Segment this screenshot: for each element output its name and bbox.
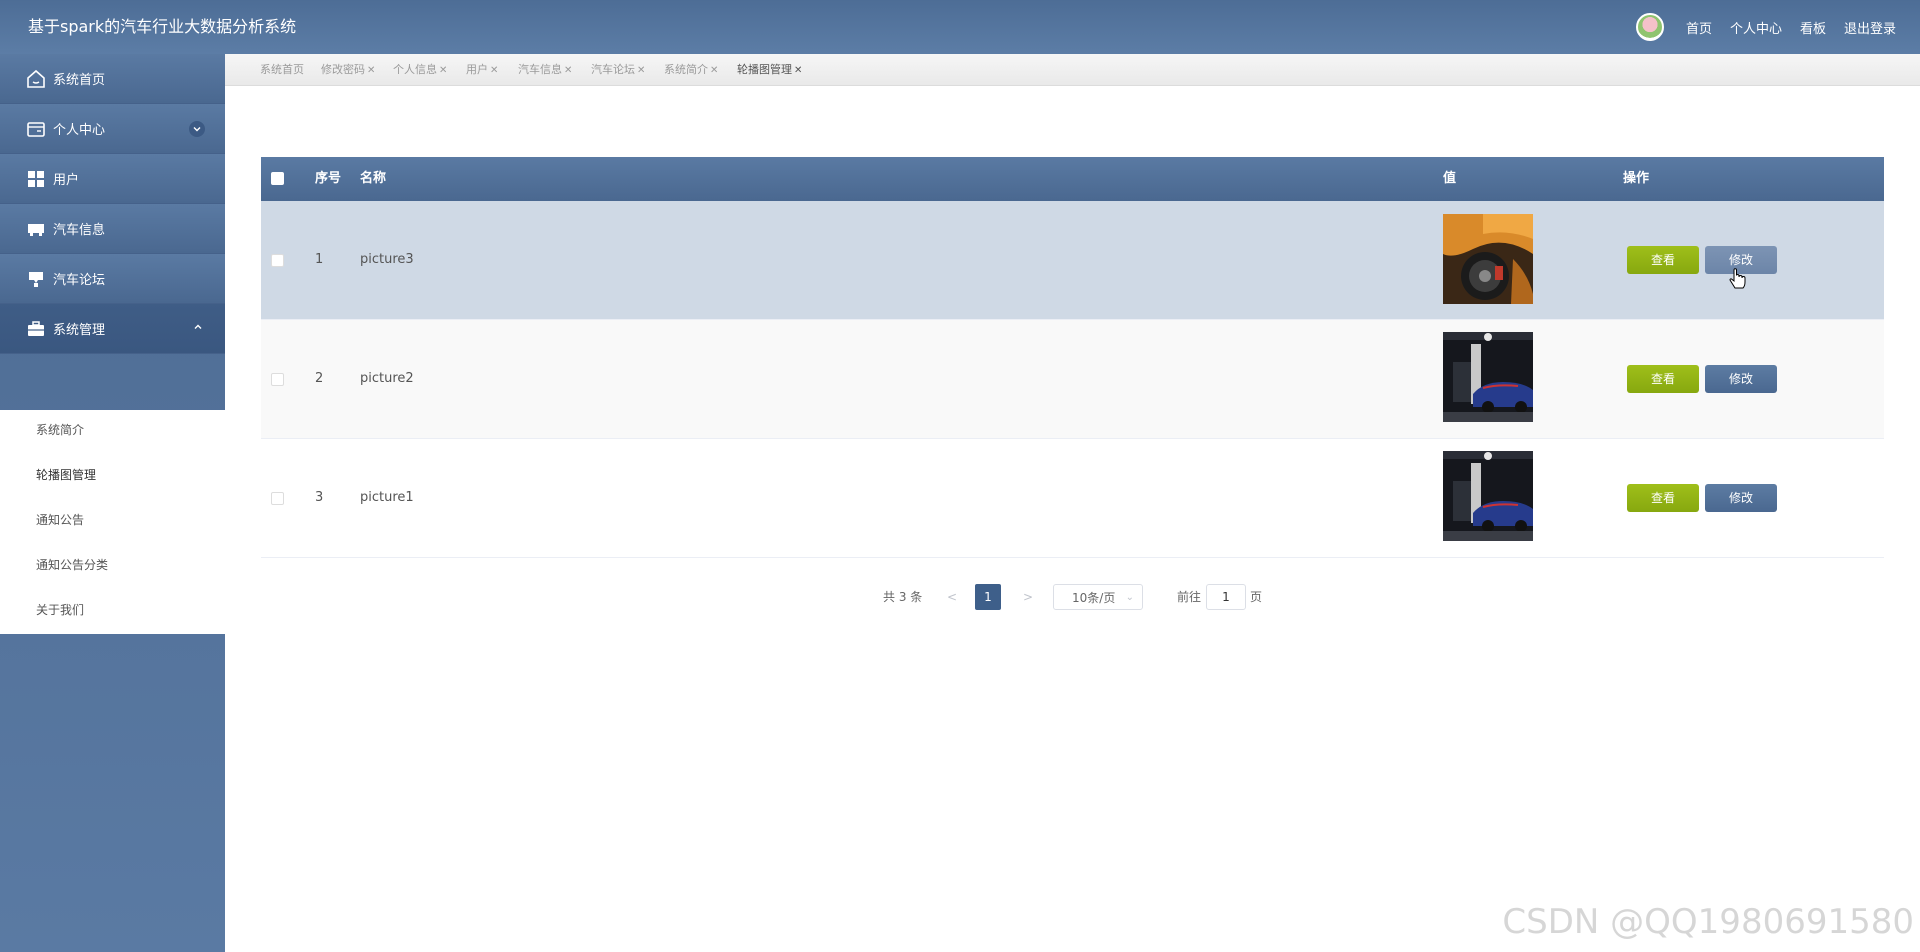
tab-system-intro[interactable]: 系统简介 ✕ — [664, 54, 718, 86]
tab-carousel-management[interactable]: 轮播图管理 ✕ — [737, 54, 802, 86]
close-icon[interactable]: ✕ — [710, 65, 718, 76]
sidebar-item-label: 汽车论坛 — [53, 273, 106, 288]
row-index: 2 — [315, 371, 324, 386]
hand-cursor-icon — [1728, 268, 1748, 296]
close-icon[interactable]: ✕ — [564, 65, 572, 76]
logout-link[interactable]: 退出登录 — [1844, 18, 1896, 37]
close-icon[interactable]: ✕ — [637, 65, 645, 76]
row-index: 1 — [315, 252, 324, 267]
tab-label: 修改密码 — [321, 63, 365, 76]
tab-label: 系统简介 — [664, 63, 708, 76]
table-row[interactable]: 1 picture3 查看 修改 — [261, 201, 1884, 320]
tabs-bar: 系统首页 修改密码 ✕ 个人信息 ✕ 用户 ✕ 汽车信息 ✕ 汽车论坛 ✕ 系统简介 ✕ 轮… — [225, 54, 1920, 86]
nav-profile-link[interactable]: 个人中心 — [1730, 18, 1782, 37]
tab-home[interactable]: 系统首页 — [260, 54, 304, 86]
tab-label: 系统首页 — [260, 63, 304, 76]
view-button[interactable]: 查看 — [1627, 246, 1699, 274]
tab-label: 轮播图管理 — [737, 63, 792, 76]
close-icon[interactable]: ✕ — [490, 65, 498, 76]
sidebar: 系统首页 个人中心 用户 汽车信息 汽车论坛 系统管理 系统简介 轮播图管理 通… — [0, 54, 225, 952]
close-icon[interactable]: ✕ — [439, 65, 447, 76]
pagination-total: 共 3 条 — [883, 590, 923, 604]
tab-label: 用户 — [466, 63, 488, 76]
nav-dashboard-link[interactable]: 看板 — [1800, 18, 1826, 37]
column-header-value: 值 — [1443, 171, 1457, 186]
pagination-next-button[interactable]: > — [1023, 584, 1033, 610]
page-size-value: 10条/页 — [1072, 591, 1116, 605]
column-header-name: 名称 — [360, 171, 387, 186]
edit-button[interactable]: 修改 — [1705, 365, 1777, 393]
column-header-actions: 操作 — [1623, 171, 1650, 186]
page-suffix-label: 页 — [1250, 590, 1263, 604]
forum-icon — [25, 268, 47, 290]
view-button[interactable]: 查看 — [1627, 365, 1699, 393]
goto-page-input[interactable] — [1206, 584, 1246, 610]
chevron-up-icon — [193, 321, 203, 336]
card-icon — [25, 118, 47, 140]
submenu-item-notice-category[interactable]: 通知公告分类 — [0, 545, 225, 585]
sidebar-item-label: 个人中心 — [53, 123, 106, 138]
submenu-item-notices[interactable]: 通知公告 — [0, 500, 225, 540]
tab-label: 汽车论坛 — [591, 63, 635, 76]
table-row[interactable]: 2 picture2 查看 修改 — [261, 320, 1884, 439]
pagination: 共 3 条 < 1 > 10条/页 ⌄ 前往 页 — [0, 584, 1920, 610]
page-size-select[interactable]: 10条/页 ⌄ — [1053, 584, 1143, 610]
tab-change-password[interactable]: 修改密码 ✕ — [321, 54, 375, 86]
row-name: picture3 — [360, 252, 414, 267]
pagination-page-1[interactable]: 1 — [975, 584, 1001, 610]
top-header: 基于spark的汽车行业大数据分析系统 首页 个人中心 看板 退出登录 — [0, 0, 1920, 54]
sidebar-item-label: 汽车信息 — [53, 223, 106, 238]
tab-label: 汽车信息 — [518, 63, 562, 76]
watermark-text: CSDN @QQ1980691580 — [1502, 902, 1914, 942]
sidebar-item-label: 系统管理 — [53, 323, 106, 338]
row-name: picture2 — [360, 371, 414, 386]
row-checkbox[interactable] — [271, 492, 284, 505]
sidebar-item-car-info[interactable]: 汽车信息 — [0, 204, 225, 254]
sidebar-item-users[interactable]: 用户 — [0, 154, 225, 204]
column-header-index: 序号 — [315, 171, 342, 186]
view-button[interactable]: 查看 — [1627, 484, 1699, 512]
edit-button[interactable]: 修改 — [1705, 484, 1777, 512]
tab-car-forum[interactable]: 汽车论坛 ✕ — [591, 54, 645, 86]
tab-users[interactable]: 用户 ✕ — [466, 54, 498, 86]
table-row[interactable]: 3 picture1 查看 修改 — [261, 439, 1884, 558]
submenu-item-system-intro[interactable]: 系统简介 — [0, 410, 225, 450]
sidebar-item-car-forum[interactable]: 汽车论坛 — [0, 254, 225, 304]
carousel-thumbnail[interactable] — [1443, 214, 1533, 304]
row-name: picture1 — [360, 490, 414, 505]
sidebar-item-label: 系统首页 — [53, 73, 106, 88]
briefcase-icon — [25, 318, 47, 340]
sidebar-item-system[interactable]: 系统管理 — [0, 304, 225, 354]
submenu-item-carousel[interactable]: 轮播图管理 — [0, 455, 225, 495]
car-icon — [25, 218, 47, 240]
table-header: 序号 名称 值 操作 — [261, 157, 1884, 201]
close-icon[interactable]: ✕ — [794, 65, 802, 76]
tab-personal-info[interactable]: 个人信息 ✕ — [393, 54, 447, 86]
sidebar-item-profile[interactable]: 个人中心 — [0, 104, 225, 154]
home-icon — [25, 68, 47, 90]
carousel-thumbnail[interactable] — [1443, 332, 1533, 422]
tab-car-info[interactable]: 汽车信息 ✕ — [518, 54, 572, 86]
carousel-thumbnail[interactable] — [1443, 451, 1533, 541]
row-checkbox[interactable] — [271, 254, 284, 267]
sidebar-item-home[interactable]: 系统首页 — [0, 54, 225, 104]
nav-home-link[interactable]: 首页 — [1686, 18, 1712, 37]
tab-label: 个人信息 — [393, 63, 437, 76]
grid-icon — [25, 168, 47, 190]
chevron-down-icon: ⌄ — [1125, 592, 1134, 603]
row-index: 3 — [315, 490, 324, 505]
app-title: 基于spark的汽车行业大数据分析系统 — [28, 17, 297, 36]
pagination-prev-button[interactable]: < — [947, 584, 957, 610]
goto-label: 前往 — [1177, 590, 1202, 604]
user-avatar[interactable] — [1635, 13, 1664, 41]
close-icon[interactable]: ✕ — [367, 65, 375, 76]
row-checkbox[interactable] — [271, 373, 284, 386]
sidebar-item-label: 用户 — [53, 173, 80, 188]
select-all-checkbox[interactable] — [271, 172, 284, 185]
header-nav: 首页 个人中心 看板 退出登录 — [1635, 0, 1896, 54]
chevron-down-icon — [189, 120, 205, 137]
